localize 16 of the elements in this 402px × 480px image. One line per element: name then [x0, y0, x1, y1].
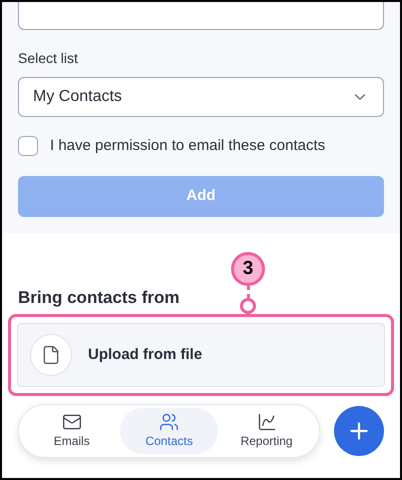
nav-tab[interactable]: Emails: [23, 408, 120, 454]
checkbox[interactable]: [18, 136, 38, 156]
list-select[interactable]: My Contacts: [18, 77, 384, 117]
text-field[interactable]: [18, 2, 384, 30]
section-heading: Bring contacts from: [18, 288, 180, 308]
nav-tab[interactable]: Reporting: [218, 408, 316, 454]
envelope-icon: [62, 412, 82, 432]
checkbox-label: I have permission to email these contacts: [50, 136, 326, 156]
file-icon: [30, 334, 72, 376]
callout-badge: 3: [231, 252, 265, 286]
upload-option[interactable]: Upload from file: [17, 323, 385, 387]
add-fab[interactable]: [334, 406, 384, 456]
people-icon: [159, 412, 180, 432]
chart-icon: [256, 412, 277, 432]
field-label: Select list: [18, 49, 79, 68]
nav-tab[interactable]: Contacts: [120, 408, 218, 454]
